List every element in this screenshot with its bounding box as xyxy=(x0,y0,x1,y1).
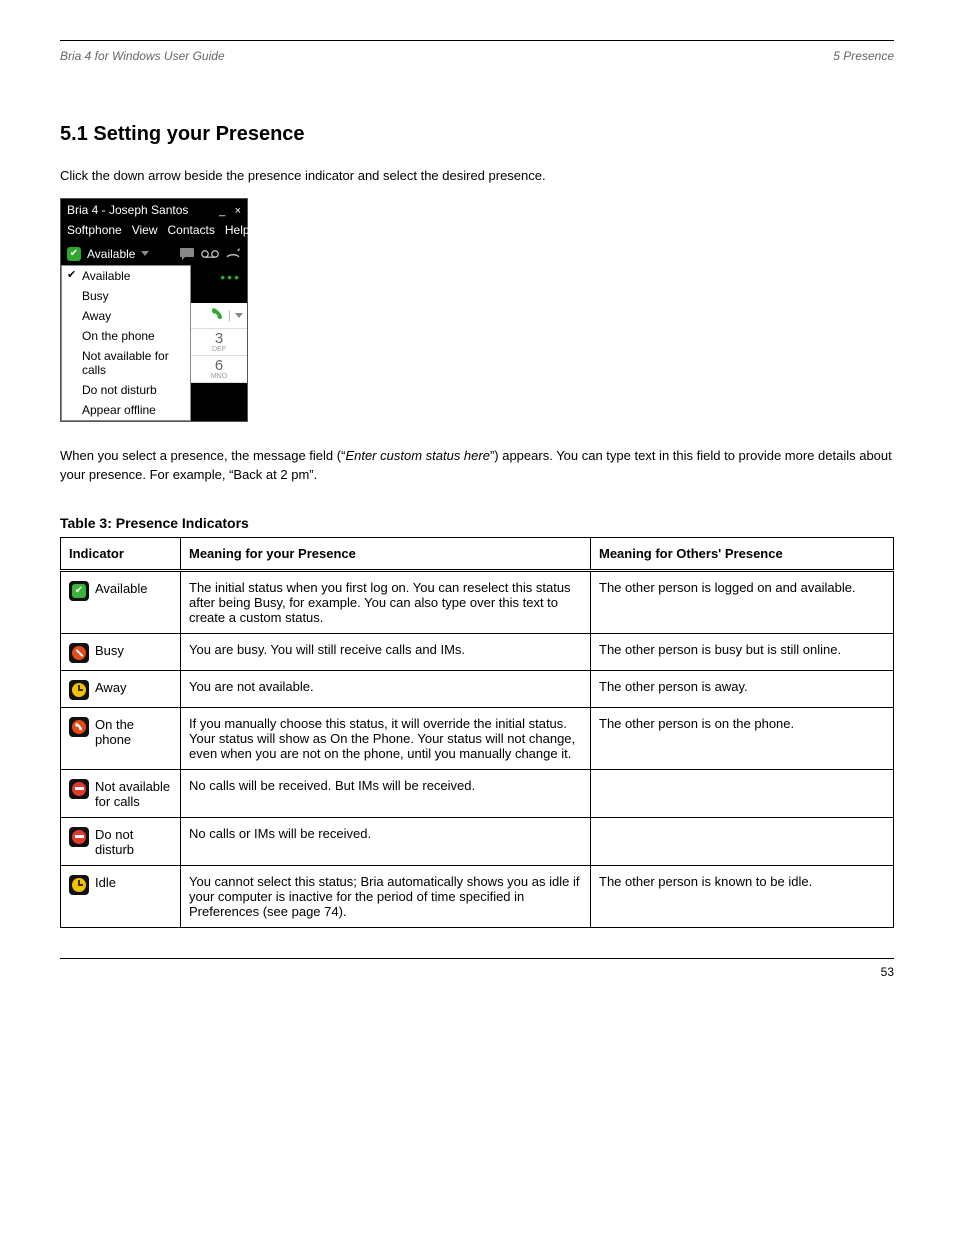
menu-view[interactable]: View xyxy=(132,223,158,237)
table-row: ✔Available The initial status when you f… xyxy=(61,570,894,633)
menu-bar: Softphone View Contacts Help xyxy=(61,221,247,243)
presence-option-not-available[interactable]: Not available for calls xyxy=(62,346,190,380)
col-your-presence: Meaning for your Presence xyxy=(181,537,591,570)
presence-option-available[interactable]: Available xyxy=(62,266,190,286)
presence-label: Available xyxy=(87,247,135,261)
menu-softphone[interactable]: Softphone xyxy=(67,223,122,237)
col-indicator: Indicator xyxy=(61,537,181,570)
section-heading: 5.1 Setting your Presence xyxy=(60,123,894,146)
on-the-phone-icon xyxy=(69,717,89,737)
table-row: Idle You cannot select this status; Bria… xyxy=(61,865,894,927)
page-number: 53 xyxy=(60,965,894,979)
call-dropdown-icon[interactable] xyxy=(235,313,243,318)
more-icon[interactable]: ••• xyxy=(191,265,247,285)
busy-icon xyxy=(69,643,89,663)
presence-dropdown-arrow[interactable] xyxy=(141,251,149,256)
chat-icon[interactable] xyxy=(179,247,195,261)
window-title: Bria 4 - Joseph Santos xyxy=(67,203,188,217)
col-others-presence: Meaning for Others' Presence xyxy=(591,537,894,570)
voicemail-icon[interactable] xyxy=(201,249,219,259)
chapter-title: 5 Presence xyxy=(833,49,894,63)
intro-paragraph: Click the down arrow beside the presence… xyxy=(60,166,894,186)
dialpad-key-6[interactable]: 6 MNO xyxy=(191,356,247,383)
call-icon[interactable] xyxy=(210,307,224,324)
table-row: On the phone If you manually choose this… xyxy=(61,707,894,769)
presence-option-offline[interactable]: Appear offline xyxy=(62,400,190,420)
missed-call-icon[interactable] xyxy=(225,247,241,261)
table-row: Busy You are busy. You will still receiv… xyxy=(61,633,894,670)
presence-indicators-table: Indicator Meaning for your Presence Mean… xyxy=(60,537,894,928)
presence-icon: ✔ xyxy=(67,247,81,261)
presence-option-on-the-phone[interactable]: On the phone xyxy=(62,326,190,346)
available-icon: ✔ xyxy=(69,581,89,601)
do-not-disturb-icon xyxy=(69,827,89,847)
table-caption: Table 3: Presence Indicators xyxy=(60,515,894,531)
presence-dropdown[interactable]: Available Busy Away On the phone Not ava… xyxy=(61,265,191,421)
close-icon[interactable]: × xyxy=(235,205,241,217)
minimize-icon[interactable]: _ xyxy=(219,205,225,217)
dialpad-key-3[interactable]: 3 DEF xyxy=(191,329,247,356)
table-row: Not available for calls No calls will be… xyxy=(61,769,894,817)
bria-window: Bria 4 - Joseph Santos _ × Softphone Vie… xyxy=(60,198,248,422)
table-row: Do not disturb No calls or IMs will be r… xyxy=(61,817,894,865)
doc-title: Bria 4 for Windows User Guide xyxy=(60,49,225,63)
presence-option-dnd[interactable]: Do not disturb xyxy=(62,380,190,400)
idle-icon xyxy=(69,875,89,895)
custom-status-paragraph: When you select a presence, the message … xyxy=(60,446,894,485)
presence-option-away[interactable]: Away xyxy=(62,306,190,326)
menu-contacts[interactable]: Contacts xyxy=(168,223,215,237)
table-row: Away You are not available. The other pe… xyxy=(61,670,894,707)
not-available-icon xyxy=(69,779,89,799)
away-icon xyxy=(69,680,89,700)
presence-option-busy[interactable]: Busy xyxy=(62,286,190,306)
window-controls: _ × xyxy=(213,203,241,217)
menu-help[interactable]: Help xyxy=(225,223,250,237)
